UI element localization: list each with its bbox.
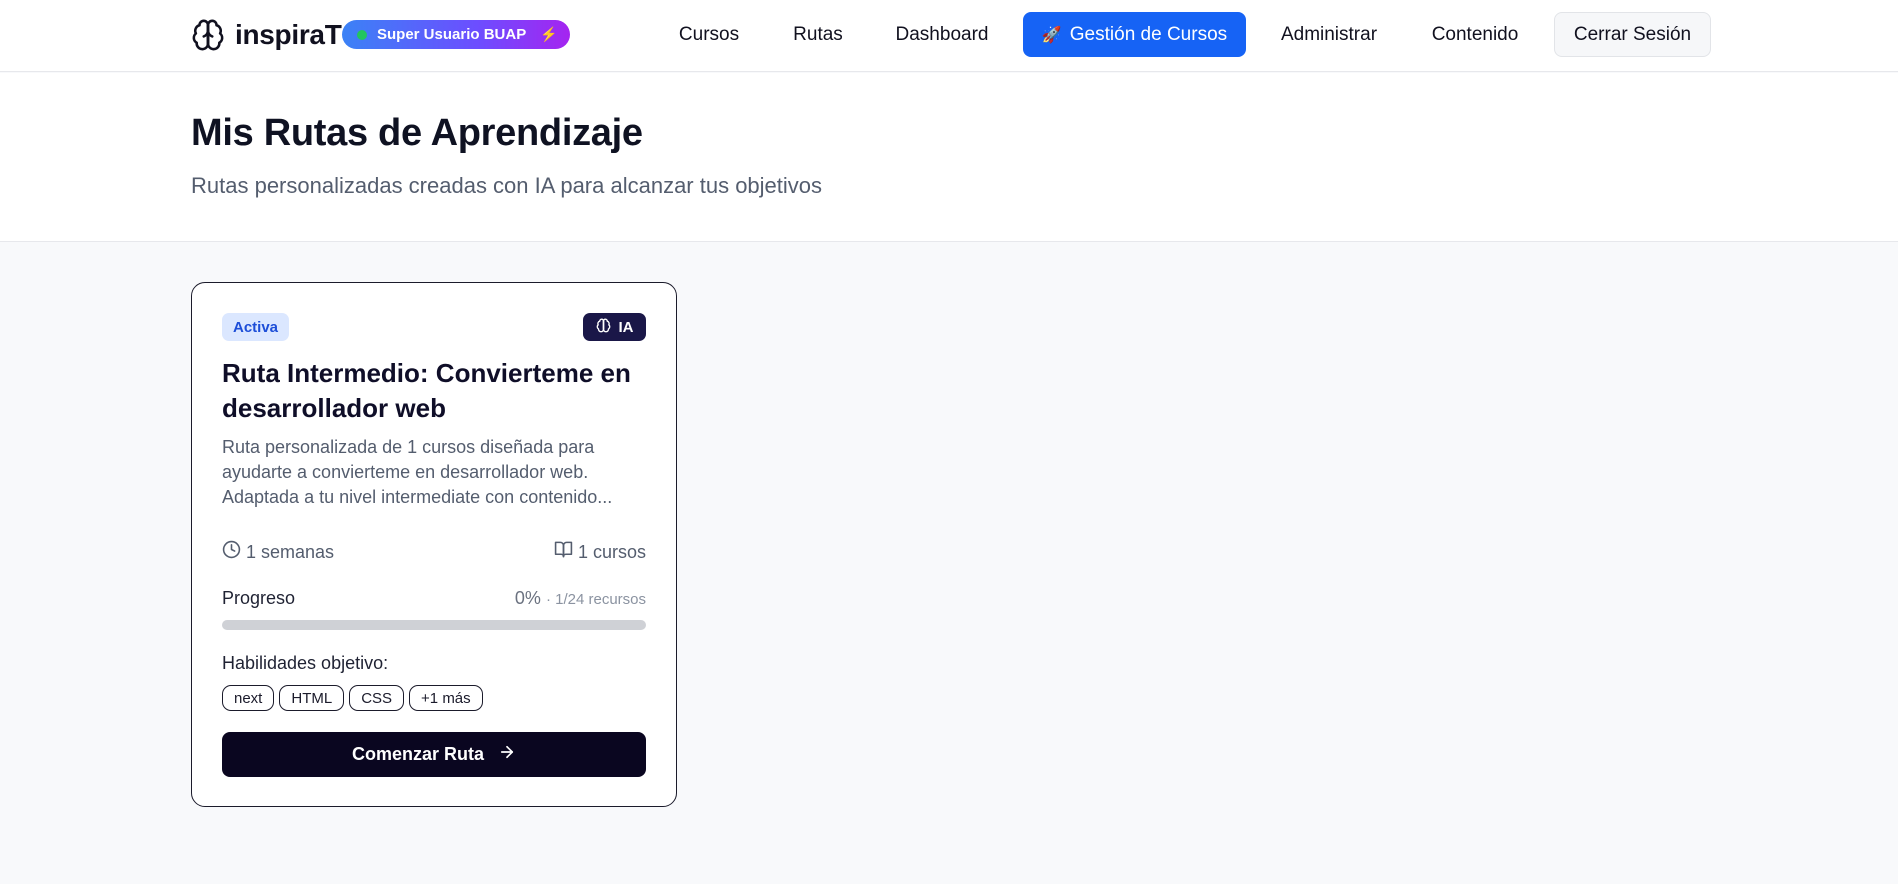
ia-badge: IA bbox=[583, 313, 646, 341]
skill-tag: CSS bbox=[349, 685, 405, 711]
progress-bar bbox=[222, 620, 646, 630]
clock-icon bbox=[222, 540, 241, 564]
status-badge: Activa bbox=[222, 313, 290, 341]
nav-link-gestion-label: Gestión de Cursos bbox=[1069, 23, 1228, 45]
skills-label: Habilidades objetivo: bbox=[222, 653, 389, 673]
super-badge-label: Super Usuario BUAP bbox=[377, 26, 527, 43]
skill-tag: HTML bbox=[279, 685, 345, 711]
nav-link-administrar[interactable]: Administrar bbox=[1264, 12, 1394, 57]
book-open-icon bbox=[554, 540, 573, 564]
status-dot bbox=[357, 29, 367, 40]
route-card[interactable]: Activa IA Ruta Intermedio: Convierteme e… bbox=[191, 282, 677, 807]
route-courses: 1 cursos bbox=[554, 540, 646, 564]
page-subtitle: Rutas personalizadas creadas con IA para… bbox=[191, 173, 823, 198]
brain-icon bbox=[596, 318, 611, 337]
brand-logo[interactable]: inspiraT bbox=[191, 17, 342, 53]
page-header: Mis Rutas de Aprendizaje Rutas personali… bbox=[0, 73, 1898, 242]
bolt-icon: ⚡ bbox=[540, 26, 558, 42]
nav-link-gestion-cursos[interactable]: 🚀 Gestión de Cursos bbox=[1023, 12, 1246, 57]
super-user-badge: Super Usuario BUAP ⚡ bbox=[342, 20, 570, 49]
brain-icon bbox=[191, 18, 225, 52]
nav-link-rutas[interactable]: Rutas bbox=[776, 12, 860, 57]
page-title: Mis Rutas de Aprendizaje bbox=[191, 112, 643, 154]
progress-percent: 0% bbox=[514, 588, 541, 608]
nav-link-cursos[interactable]: Cursos bbox=[661, 12, 757, 57]
brand-name: inspiraT bbox=[235, 19, 342, 50]
arrow-right-icon bbox=[498, 743, 516, 766]
nav-link-contenido[interactable]: Contenido bbox=[1415, 12, 1535, 57]
rocket-icon: 🚀 bbox=[1041, 26, 1062, 44]
route-duration-value: 1 semanas bbox=[246, 541, 335, 562]
start-route-button[interactable]: Comenzar Ruta bbox=[222, 732, 646, 777]
progress-value: 0% · 1/24 recursos bbox=[515, 588, 646, 609]
ia-badge-label: IA bbox=[618, 318, 634, 336]
progress-label: Progreso bbox=[222, 588, 296, 608]
skill-tag: next bbox=[222, 685, 275, 711]
route-duration: 1 semanas bbox=[222, 540, 334, 564]
nav-link-dashboard[interactable]: Dashboard bbox=[880, 12, 1004, 57]
logout-button[interactable]: Cerrar Sesión bbox=[1554, 12, 1711, 57]
skills-list: next HTML CSS +1 más bbox=[222, 685, 483, 711]
route-description: Ruta personalizada de 1 cursos diseñada … bbox=[222, 437, 613, 507]
route-title: Ruta Intermedio: Convierteme en desarrol… bbox=[222, 358, 631, 423]
start-route-label: Comenzar Ruta bbox=[351, 744, 485, 764]
progress-resources: · 1/24 recursos bbox=[545, 591, 646, 608]
skill-more-tag[interactable]: +1 más bbox=[409, 685, 483, 711]
navbar: inspiraT Super Usuario BUAP ⚡ Cursos Rut… bbox=[0, 0, 1898, 72]
route-courses-value: 1 cursos bbox=[577, 541, 646, 562]
